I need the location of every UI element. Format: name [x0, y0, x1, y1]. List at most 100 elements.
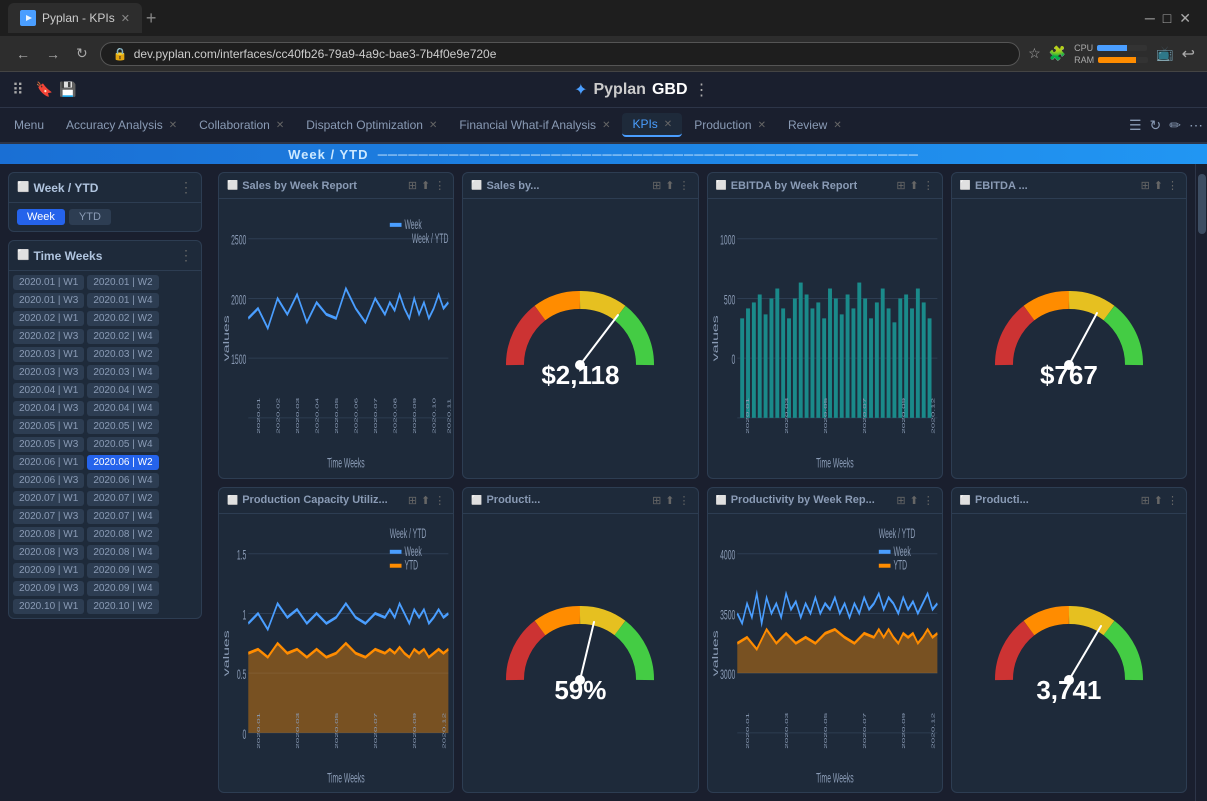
week-item[interactable]: 2020.01 | W2 [87, 275, 158, 290]
tab-financial[interactable]: Financial What-if Analysis ✕ [449, 114, 620, 136]
scrollbar-thumb[interactable] [1198, 174, 1206, 234]
week-item[interactable]: 2020.04 | W2 [87, 383, 158, 398]
week-item[interactable]: 2020.04 | W4 [87, 401, 158, 416]
workspace-menu-btn[interactable]: ⋮ [694, 80, 710, 100]
cast-btn[interactable]: 📺 [1156, 45, 1173, 62]
tab-collaboration[interactable]: Collaboration ✕ [189, 114, 294, 136]
week-item[interactable]: 2020.06 | W1 [13, 455, 84, 470]
menu-icon[interactable]: ⋮ [923, 179, 934, 192]
tab-kpis[interactable]: KPIs ✕ [622, 113, 682, 137]
profile-btn[interactable]: ↩ [1182, 44, 1195, 64]
browser-tab[interactable]: Pyplan - KPIs ✕ [8, 3, 142, 33]
week-item[interactable]: 2020.09 | W2 [87, 563, 158, 578]
tabs-overflow-btn[interactable]: ☰ [1129, 117, 1142, 134]
week-item[interactable]: 2020.07 | W4 [87, 509, 158, 524]
export-icon[interactable]: ⬆ [1154, 494, 1163, 507]
week-item[interactable]: 2020.03 | W1 [13, 347, 84, 362]
refresh-view-btn[interactable]: ↻ [1150, 117, 1162, 134]
week-item[interactable]: 2020.03 | W3 [13, 365, 84, 380]
week-item[interactable]: 2020.03 | W4 [87, 365, 158, 380]
export-icon[interactable]: ⬆ [1154, 179, 1163, 192]
week-item[interactable]: 2020.01 | W4 [87, 293, 158, 308]
table-icon[interactable]: ⊞ [652, 494, 661, 507]
table-icon[interactable]: ⊞ [408, 179, 417, 192]
week-item[interactable]: 2020.06 | W2 [87, 455, 158, 470]
week-item[interactable]: 2020.08 | W4 [87, 545, 158, 560]
week-item[interactable]: 2020.08 | W3 [13, 545, 84, 560]
table-icon[interactable]: ⊞ [1141, 494, 1150, 507]
week-item[interactable]: 2020.09 | W3 [13, 581, 84, 596]
menu-icon[interactable]: ⋮ [679, 179, 690, 192]
tab-production[interactable]: Production ✕ [684, 114, 776, 136]
week-item[interactable]: 2020.02 | W2 [87, 311, 158, 326]
tab-collaboration-close[interactable]: ✕ [276, 120, 284, 131]
week-item[interactable]: 2020.06 | W3 [13, 473, 84, 488]
tab-review[interactable]: Review ✕ [778, 114, 852, 136]
ytd-btn[interactable]: YTD [69, 209, 111, 225]
week-item[interactable]: 2020.05 | W4 [87, 437, 158, 452]
week-item[interactable]: 2020.07 | W2 [87, 491, 158, 506]
week-item[interactable]: 2020.09 | W1 [13, 563, 84, 578]
week-item[interactable]: 2020.02 | W1 [13, 311, 84, 326]
week-item[interactable]: 2020.03 | W2 [87, 347, 158, 362]
menu-icon[interactable]: ⋮ [923, 494, 934, 507]
tab-kpis-close[interactable]: ✕ [664, 119, 672, 130]
new-tab-btn[interactable]: + [146, 8, 157, 29]
export-icon[interactable]: ⬆ [910, 494, 919, 507]
week-item[interactable]: 2020.01 | W1 [13, 275, 84, 290]
table-icon[interactable]: ⊞ [652, 179, 661, 192]
week-item[interactable]: 2020.01 | W3 [13, 293, 84, 308]
close-window-btn[interactable]: ✕ [1179, 10, 1191, 27]
export-icon[interactable]: ⬆ [910, 179, 919, 192]
tab-financial-close[interactable]: ✕ [602, 120, 610, 131]
tab-accuracy-close[interactable]: ✕ [169, 120, 177, 131]
tab-close-btn[interactable]: ✕ [121, 12, 130, 25]
star-btn[interactable]: ☆ [1028, 45, 1041, 62]
tab-accuracy[interactable]: Accuracy Analysis ✕ [56, 114, 187, 136]
menu-icon[interactable]: ⋮ [434, 179, 445, 192]
week-item[interactable]: 2020.08 | W2 [87, 527, 158, 542]
menu-icon[interactable]: ⋮ [679, 494, 690, 507]
menu-tab[interactable]: Menu [4, 114, 54, 136]
export-icon[interactable]: ⬆ [665, 179, 674, 192]
week-item[interactable]: 2020.10 | W1 [13, 599, 84, 614]
week-item[interactable]: 2020.08 | W1 [13, 527, 84, 542]
week-item[interactable]: 2020.06 | W4 [87, 473, 158, 488]
week-ytd-menu-btn[interactable]: ⋮ [179, 179, 193, 196]
export-icon[interactable]: ⬆ [665, 494, 674, 507]
week-item[interactable]: 2020.05 | W1 [13, 419, 84, 434]
tab-dispatch[interactable]: Dispatch Optimization ✕ [296, 114, 447, 136]
tab-dispatch-close[interactable]: ✕ [429, 120, 437, 131]
refresh-btn[interactable]: ↻ [72, 43, 92, 64]
week-item[interactable]: 2020.10 | W2 [87, 599, 158, 614]
week-btn[interactable]: Week [17, 209, 65, 225]
week-item[interactable]: 2020.09 | W4 [87, 581, 158, 596]
right-scrollbar[interactable] [1195, 164, 1207, 801]
address-bar[interactable]: 🔒 dev.pyplan.com/interfaces/cc40fb26-79a… [100, 42, 1020, 66]
menu-icon[interactable]: ⋮ [434, 494, 445, 507]
week-item[interactable]: 2020.04 | W3 [13, 401, 84, 416]
apps-grid-btn[interactable]: ⠿ [8, 76, 28, 104]
week-item[interactable]: 2020.07 | W3 [13, 509, 84, 524]
menu-icon[interactable]: ⋮ [1167, 494, 1178, 507]
tab-production-close[interactable]: ✕ [758, 120, 766, 131]
extensions-btn[interactable]: 🧩 [1049, 45, 1066, 62]
week-item[interactable]: 2020.07 | W1 [13, 491, 84, 506]
export-icon[interactable]: ⬆ [421, 494, 430, 507]
table-icon[interactable]: ⊞ [1141, 179, 1150, 192]
table-icon[interactable]: ⊞ [896, 494, 905, 507]
table-icon[interactable]: ⊞ [896, 179, 905, 192]
export-icon[interactable]: ⬆ [421, 179, 430, 192]
edit-view-btn[interactable]: ✏ [1169, 117, 1181, 134]
week-item[interactable]: 2020.02 | W4 [87, 329, 158, 344]
save-icon[interactable]: 💾 [59, 81, 76, 98]
menu-icon[interactable]: ⋮ [1167, 179, 1178, 192]
maximize-btn[interactable]: □ [1163, 10, 1171, 27]
week-item[interactable]: 2020.05 | W3 [13, 437, 84, 452]
table-icon[interactable]: ⊞ [408, 494, 417, 507]
week-item[interactable]: 2020.02 | W3 [13, 329, 84, 344]
week-item[interactable]: 2020.05 | W2 [87, 419, 158, 434]
minimize-btn[interactable]: ─ [1145, 10, 1155, 27]
tab-review-close[interactable]: ✕ [833, 120, 841, 131]
forward-btn[interactable]: → [42, 44, 64, 64]
